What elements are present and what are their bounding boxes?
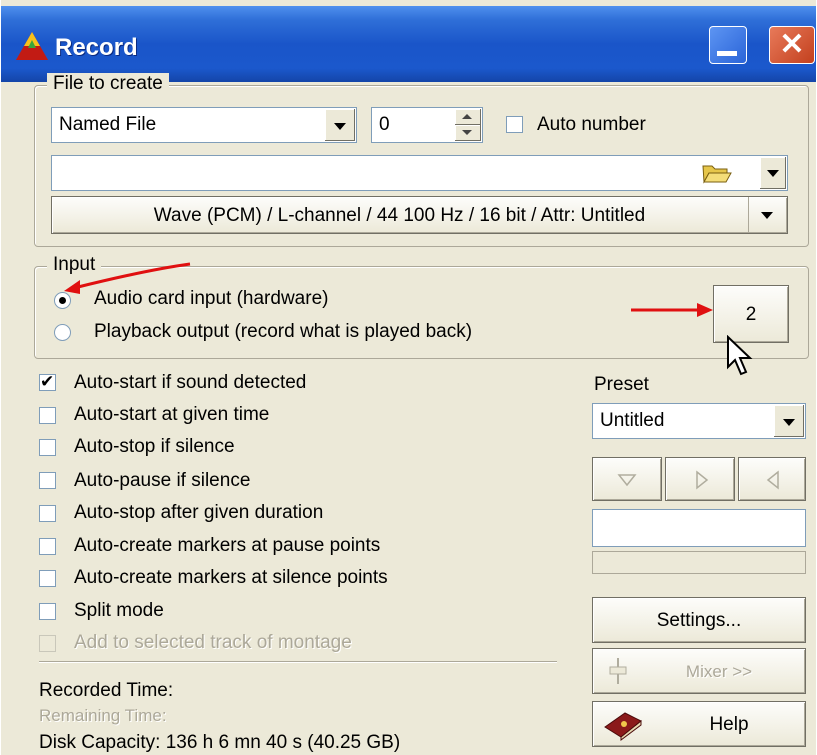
triangle-down-icon bbox=[617, 474, 637, 487]
option-checkbox-auto-stop-duration[interactable] bbox=[39, 505, 56, 522]
chevron-down-icon[interactable] bbox=[773, 405, 804, 437]
settings-label: Settings... bbox=[656, 610, 742, 631]
input-device-label: 2 bbox=[745, 304, 757, 325]
help-button[interactable]: Help bbox=[592, 701, 806, 747]
preset-save-button[interactable] bbox=[592, 457, 662, 501]
format-button[interactable]: Wave (PCM) / L-channel / 44 100 Hz / 16 … bbox=[51, 196, 788, 234]
status-separator bbox=[39, 661, 557, 663]
settings-button[interactable]: Settings... bbox=[592, 597, 806, 643]
file-group-label: File to create bbox=[47, 73, 169, 95]
preset-label: Preset bbox=[594, 374, 649, 395]
mouse-cursor-icon bbox=[727, 335, 753, 376]
auto-number-checkbox[interactable] bbox=[506, 116, 523, 133]
format-label: Wave (PCM) / L-channel / 44 100 Hz / 16 … bbox=[153, 205, 646, 226]
filename-dropdown-icon[interactable] bbox=[760, 157, 786, 189]
mixer-label: Mixer >> bbox=[685, 662, 753, 681]
option-label: Auto-create markers at pause points bbox=[74, 535, 381, 556]
preset-name-field[interactable] bbox=[592, 509, 806, 547]
number-spin-field[interactable]: 0 bbox=[371, 107, 483, 143]
app-logo-icon bbox=[16, 32, 48, 60]
option-checkbox-markers-pause[interactable] bbox=[39, 538, 56, 555]
option-label: Auto-start at given time bbox=[74, 404, 270, 425]
option-checkbox-markers-silence[interactable] bbox=[39, 570, 56, 587]
option-checkbox-add-to-montage bbox=[39, 635, 56, 652]
spin-down-icon[interactable] bbox=[455, 125, 481, 141]
mixer-button[interactable]: Mixer >> bbox=[592, 648, 806, 694]
playback-output-label: Playback output (record what is played b… bbox=[94, 321, 473, 342]
radio-playback-output[interactable] bbox=[54, 324, 71, 341]
option-label: Auto-start if sound detected bbox=[74, 372, 307, 393]
preset-select[interactable]: Untitled bbox=[592, 403, 806, 439]
file-type-select[interactable]: Named File bbox=[51, 107, 357, 143]
format-dropdown-icon[interactable] bbox=[748, 197, 787, 233]
record-window: Record ✕ File to create Named File 0 Aut… bbox=[0, 0, 816, 755]
spin-up-icon[interactable] bbox=[455, 109, 481, 125]
option-label: Add to selected track of montage bbox=[74, 632, 352, 653]
annotation-arrow-icon-2 bbox=[631, 303, 713, 317]
option-checkbox-auto-start-time[interactable] bbox=[39, 407, 56, 424]
number-value: 0 bbox=[379, 114, 390, 135]
option-checkbox-split-mode[interactable] bbox=[39, 603, 56, 620]
preset-next-button[interactable] bbox=[665, 457, 735, 501]
file-type-value: Named File bbox=[59, 114, 157, 135]
window-title: Record bbox=[55, 34, 138, 61]
close-icon: ✕ bbox=[779, 28, 805, 61]
help-label: Help bbox=[709, 714, 749, 735]
option-label: Split mode bbox=[74, 600, 164, 621]
triangle-left-icon bbox=[766, 470, 779, 490]
option-checkbox-auto-start-sound[interactable] bbox=[39, 371, 56, 393]
triangle-right-icon bbox=[696, 470, 709, 490]
help-book-icon bbox=[604, 712, 642, 741]
mixer-fader-icon bbox=[609, 658, 627, 684]
disk-capacity-label: Disk Capacity: 136 h 6 mn 40 s (40.25 GB… bbox=[39, 732, 401, 753]
close-button[interactable]: ✕ bbox=[769, 26, 815, 64]
option-label: Auto-stop after given duration bbox=[74, 502, 324, 523]
annotation-arrow-icon bbox=[64, 262, 191, 294]
preset-value: Untitled bbox=[600, 410, 665, 431]
remaining-time-label: Remaining Time: bbox=[39, 706, 167, 725]
option-label: Auto-pause if silence bbox=[74, 470, 251, 491]
filename-input[interactable] bbox=[51, 155, 788, 191]
recorded-time-label: Recorded Time: bbox=[39, 680, 174, 701]
auto-number-label: Auto number bbox=[537, 114, 646, 135]
chevron-down-icon[interactable] bbox=[324, 109, 355, 141]
option-checkbox-auto-stop-silence[interactable] bbox=[39, 439, 56, 456]
option-label: Auto-create markers at silence points bbox=[74, 567, 388, 588]
minimize-button[interactable] bbox=[709, 26, 747, 64]
preset-prev-button[interactable] bbox=[738, 457, 806, 501]
level-meter-field bbox=[592, 551, 806, 574]
folder-open-icon[interactable] bbox=[701, 161, 733, 185]
option-checkbox-auto-pause-silence[interactable] bbox=[39, 472, 56, 489]
title-bar[interactable]: Record ✕ bbox=[1, 6, 816, 82]
option-label: Auto-stop if silence bbox=[74, 436, 235, 457]
